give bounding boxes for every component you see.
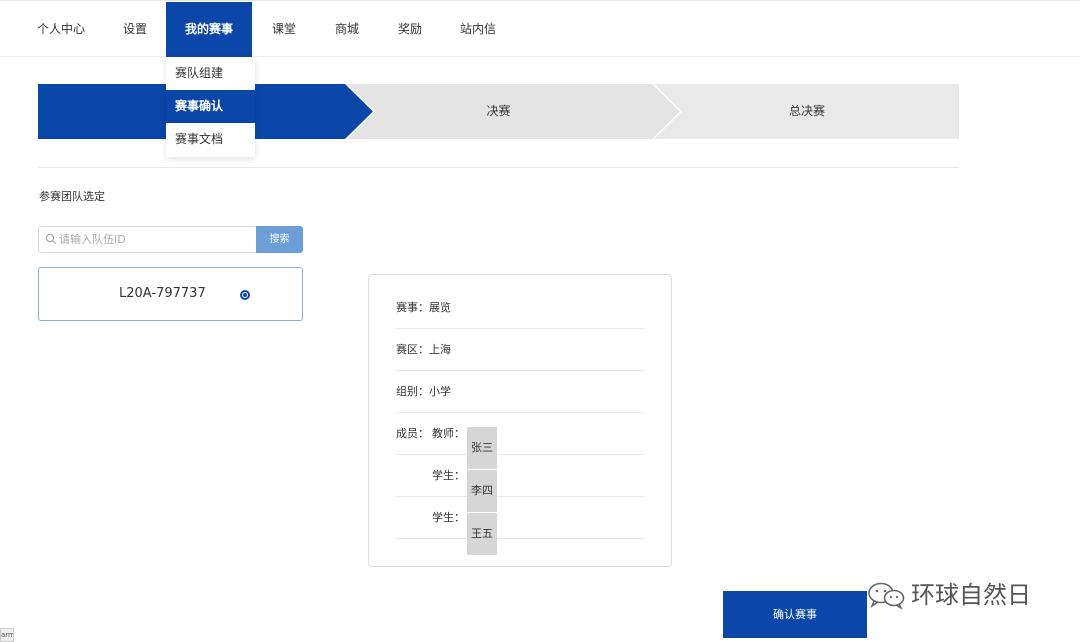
section-title: 参赛团队选定 — [39, 190, 105, 203]
info-label-event: 赛事： — [396, 301, 429, 314]
info-value-region: 上海 — [429, 343, 451, 356]
nav-item-classroom[interactable]: 课堂 — [262, 2, 306, 57]
dropdown-item-event-confirm[interactable]: 赛事确认 — [166, 90, 255, 123]
info-value-event: 展览 — [429, 301, 451, 314]
confirm-event-button[interactable]: 确认赛事 — [723, 591, 867, 638]
member-role: 教师： — [432, 427, 465, 440]
member-name: 王五 — [467, 513, 497, 555]
team-id: L20A-797737 — [119, 286, 206, 301]
info-value-group: 小学 — [429, 385, 451, 398]
nav-item-messages[interactable]: 站内信 — [450, 2, 506, 57]
member-role: 学生： — [432, 469, 465, 482]
nav-item-rewards[interactable]: 奖励 — [388, 2, 432, 57]
info-row-group: 组别： 小学 — [396, 371, 644, 413]
events-dropdown-menu: 赛队组建 赛事确认 赛事文档 — [166, 57, 255, 157]
dropdown-item-event-docs[interactable]: 赛事文档 — [166, 123, 255, 156]
info-label-region: 赛区： — [396, 343, 429, 356]
info-row-event: 赛事： 展览 — [396, 287, 644, 329]
search-icon — [45, 233, 56, 244]
nav-item-shop[interactable]: 商城 — [325, 2, 369, 57]
top-nav: 个人中心 设置 我的赛事 课堂 商城 奖励 站内信 — [0, 0, 1080, 57]
member-name-chip: 王五 — [467, 497, 497, 555]
event-info-panel: 赛事： 展览 赛区： 上海 组别： 小学 成员： 教师： 张三 学生： 李四 学… — [368, 274, 672, 567]
nav-item-my-events[interactable]: 我的赛事 — [166, 2, 252, 57]
watermark-text: 环球自然日 — [911, 581, 1031, 609]
info-row-region: 赛区： 上海 — [396, 329, 644, 371]
step-2-label: 决赛 — [486, 104, 511, 118]
team-card[interactable]: L20A-797737 — [38, 267, 303, 321]
step-3-label: 总决赛 — [788, 104, 825, 118]
corner-tag: arm — [0, 628, 14, 642]
search-box — [38, 226, 256, 253]
info-row-member-student-2: 学生： 王五 — [396, 497, 644, 555]
member-role: 学生： — [432, 511, 465, 524]
info-label-members: 成员： — [396, 427, 429, 440]
search-button[interactable]: 搜索 — [256, 226, 303, 253]
info-row-member-student-1: 学生： 李四 — [396, 455, 644, 512]
nav-item-settings[interactable]: 设置 — [110, 2, 160, 57]
section-divider — [38, 167, 959, 168]
wechat-icon — [868, 582, 905, 609]
info-label-group: 组别： — [396, 385, 429, 398]
team-id-search-input[interactable] — [59, 227, 249, 252]
team-select-radio[interactable] — [240, 290, 250, 300]
info-row-member-teacher: 成员： 教师： 张三 — [396, 413, 644, 469]
dropdown-item-team-build[interactable]: 赛队组建 — [166, 57, 255, 90]
nav-item-personal-center[interactable]: 个人中心 — [26, 2, 96, 57]
